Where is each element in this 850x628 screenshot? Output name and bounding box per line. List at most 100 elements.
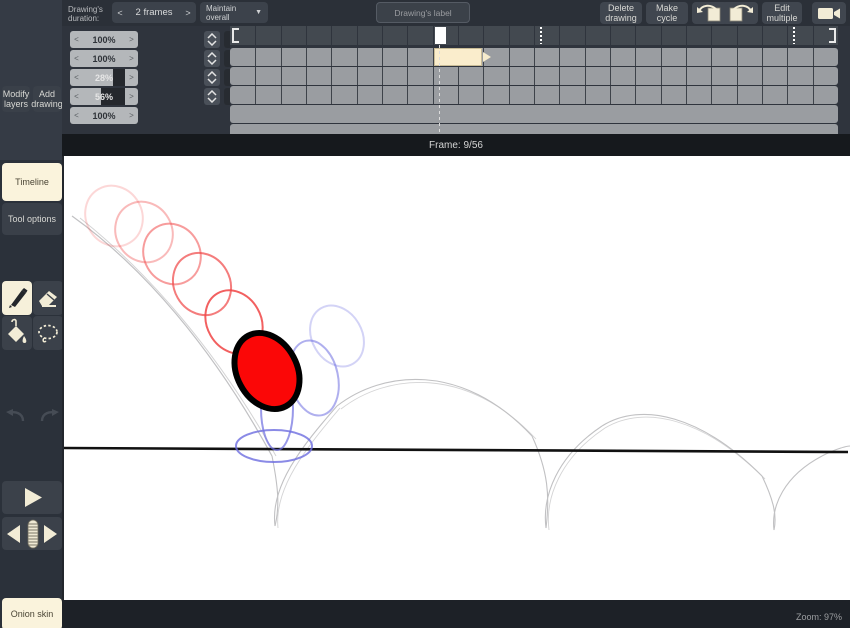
layer-opacity-stepper[interactable]: <100%> [70, 50, 138, 67]
opacity-value: 100% [83, 111, 125, 121]
app-window: Drawing's duration: < 2 frames > Maintai… [0, 0, 850, 628]
delete-drawing-button[interactable]: Delete drawing [600, 2, 642, 24]
track-cell-grid [230, 67, 838, 85]
ruler-tick [559, 26, 560, 45]
ruler-tick [255, 26, 256, 45]
play-triangle-icon[interactable] [2, 481, 62, 514]
zoom-level-label: Zoom: 97% [796, 612, 842, 622]
edit-multiple-line2: multiple [766, 13, 797, 23]
playhead[interactable] [435, 27, 446, 44]
up-down-chevron-icon[interactable] [204, 69, 220, 86]
up-down-chevron-icon[interactable] [204, 50, 220, 67]
layer-row: <100%>Background [62, 107, 230, 126]
layer-row: <100%>Color [62, 50, 230, 69]
previous-frame-icon[interactable] [4, 522, 26, 546]
chevron-down-icon[interactable]: ▼ [255, 9, 262, 16]
ruler-tick [585, 26, 586, 45]
ruler-tick [458, 26, 459, 45]
bouncing-ball-artwork [62, 156, 850, 628]
drawing-canvas[interactable]: Zoom: 97% [62, 156, 850, 628]
opacity-decrease-button[interactable]: < [70, 35, 83, 44]
drawing-label-input[interactable]: Drawing's label [376, 2, 470, 23]
add-drawing-button[interactable]: Add drawing [33, 86, 61, 112]
onion-skin-button[interactable]: Onion skin [2, 598, 62, 628]
edit-multiple-button[interactable]: Edit multiple [762, 2, 802, 24]
video-camera-icon[interactable] [812, 2, 846, 24]
ruler-tick [281, 26, 282, 45]
timeline-track[interactable] [230, 86, 838, 104]
eraser-icon[interactable] [33, 281, 63, 315]
ruler-tick [331, 26, 332, 45]
timeline-track[interactable] [230, 48, 838, 66]
ruler-tick [762, 26, 763, 45]
track-cell-grid [230, 86, 838, 104]
duration-value: 2 frames [128, 7, 180, 18]
layer-opacity-stepper[interactable]: <28%> [70, 69, 138, 86]
maintain-mode-value: Maintain overall [206, 4, 250, 22]
keyframe-extend-handle[interactable] [483, 52, 491, 62]
opacity-increase-button[interactable]: > [125, 54, 138, 63]
opacity-increase-button[interactable]: > [125, 92, 138, 101]
layer-opacity-stepper[interactable]: <100%> [70, 107, 138, 124]
add-drawing-line2: drawing [31, 99, 63, 109]
delete-drawing-line2: drawing [605, 13, 637, 23]
opacity-value: 100% [83, 54, 125, 64]
opacity-decrease-button[interactable]: < [70, 92, 83, 101]
timeline-marker[interactable] [793, 27, 795, 44]
opacity-decrease-button[interactable]: < [70, 111, 83, 120]
frame-counter: Frame: 9/56 [62, 134, 850, 156]
add-drawing-line1: Add [39, 89, 55, 99]
rotate-right-page-icon[interactable] [722, 2, 758, 24]
keyframe-block[interactable] [434, 48, 483, 66]
edit-multiple-line1: Edit [774, 3, 790, 13]
ruler-tick [483, 26, 484, 45]
redo-arrow-icon[interactable] [33, 400, 63, 430]
left-tool-rail: Modify layers Add drawing Timeline Tool … [0, 0, 62, 628]
top-toolbar: Drawing's duration: < 2 frames > Maintai… [0, 0, 850, 26]
ruler-tick [635, 26, 636, 45]
modify-layers-button[interactable]: Modify layers [2, 86, 30, 112]
lasso-select-icon[interactable] [33, 316, 63, 350]
opacity-decrease-button[interactable]: < [70, 54, 83, 63]
duration-label-line1: Drawing's [68, 5, 103, 14]
ruler-tick [787, 26, 788, 45]
brush-icon[interactable] [2, 281, 32, 315]
ruler-tick [737, 26, 738, 45]
range-start-bracket[interactable] [232, 28, 239, 43]
opacity-increase-button[interactable]: > [125, 73, 138, 82]
layer-opacity-stepper[interactable]: <100%> [70, 31, 138, 48]
drawing-duration-stepper[interactable]: < 2 frames > [112, 2, 196, 23]
timeline-marker[interactable] [540, 27, 542, 44]
timeline-track[interactable] [230, 105, 838, 123]
timeline-panel-button[interactable]: Timeline [2, 163, 62, 201]
ruler-tick [382, 26, 383, 45]
make-cycle-button[interactable]: Make cycle [646, 2, 688, 24]
timeline-track[interactable] [230, 67, 838, 85]
up-down-chevron-icon[interactable] [204, 31, 220, 48]
opacity-decrease-button[interactable]: < [70, 73, 83, 82]
ruler-tick [686, 26, 687, 45]
ruler-tick [357, 26, 358, 45]
paint-bucket-icon[interactable] [2, 316, 32, 350]
ruler-tick [534, 26, 535, 45]
tool-options-button[interactable]: Tool options [2, 203, 62, 235]
layer-opacity-stepper[interactable]: <56%> [70, 88, 138, 105]
opacity-value: 28% [83, 73, 125, 83]
maintain-line1: Maintain [206, 4, 236, 13]
up-down-chevron-icon[interactable] [204, 88, 220, 105]
ruler-tick [509, 26, 510, 45]
opacity-increase-button[interactable]: > [125, 35, 138, 44]
current-ball-drawing [222, 322, 313, 421]
maintain-mode-dropdown[interactable]: Maintain overall ▼ [200, 2, 268, 23]
undo-arrow-icon[interactable] [2, 400, 32, 430]
next-frame-icon[interactable] [38, 522, 60, 546]
duration-decrease-button[interactable]: < [112, 8, 128, 18]
layer-row: <28%>Rough [62, 69, 230, 88]
ruler-tick [610, 26, 611, 45]
opacity-increase-button[interactable]: > [125, 111, 138, 120]
ruler-tick [407, 26, 408, 45]
opacity-value: 56% [83, 92, 125, 102]
duration-increase-button[interactable]: > [180, 8, 196, 18]
ruler-tick [661, 26, 662, 45]
timeline-ruler[interactable] [230, 26, 838, 45]
